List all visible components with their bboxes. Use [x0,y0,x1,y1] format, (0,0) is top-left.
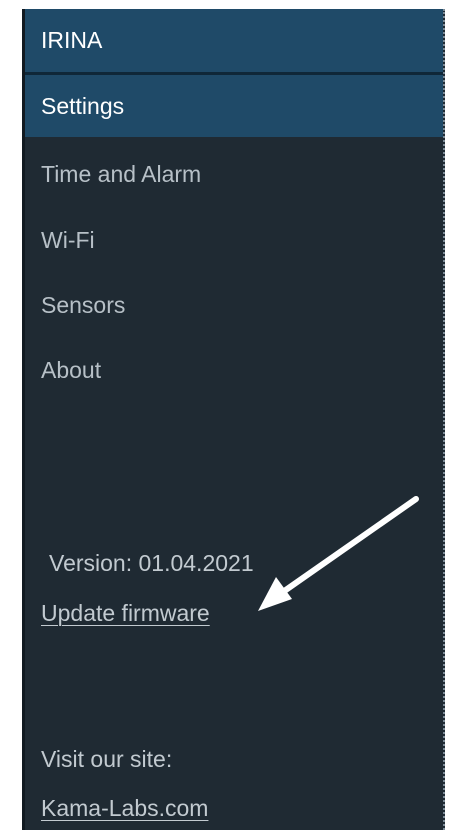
page: IRINA Settings Time and Alarm Wi-Fi Sens… [0,0,451,830]
sidebar: IRINA Settings Time and Alarm Wi-Fi Sens… [22,9,445,830]
app-brand[interactable]: IRINA [25,9,443,75]
version-text: Version: 01.04.2021 [49,550,254,576]
arrow-icon [258,496,419,611]
sidebar-item-about[interactable]: About [25,339,443,401]
sidebar-item-time-and-alarm[interactable]: Time and Alarm [25,143,443,205]
update-firmware-link[interactable]: Update firmware [41,600,210,627]
sidebar-item-sensors[interactable]: Sensors [25,274,443,336]
sidebar-item-wifi[interactable]: Wi-Fi [25,209,443,271]
site-link[interactable]: Kama-Labs.com [41,795,208,822]
sidebar-item-settings[interactable]: Settings [25,75,443,137]
visit-site-label: Visit our site: [41,746,173,772]
